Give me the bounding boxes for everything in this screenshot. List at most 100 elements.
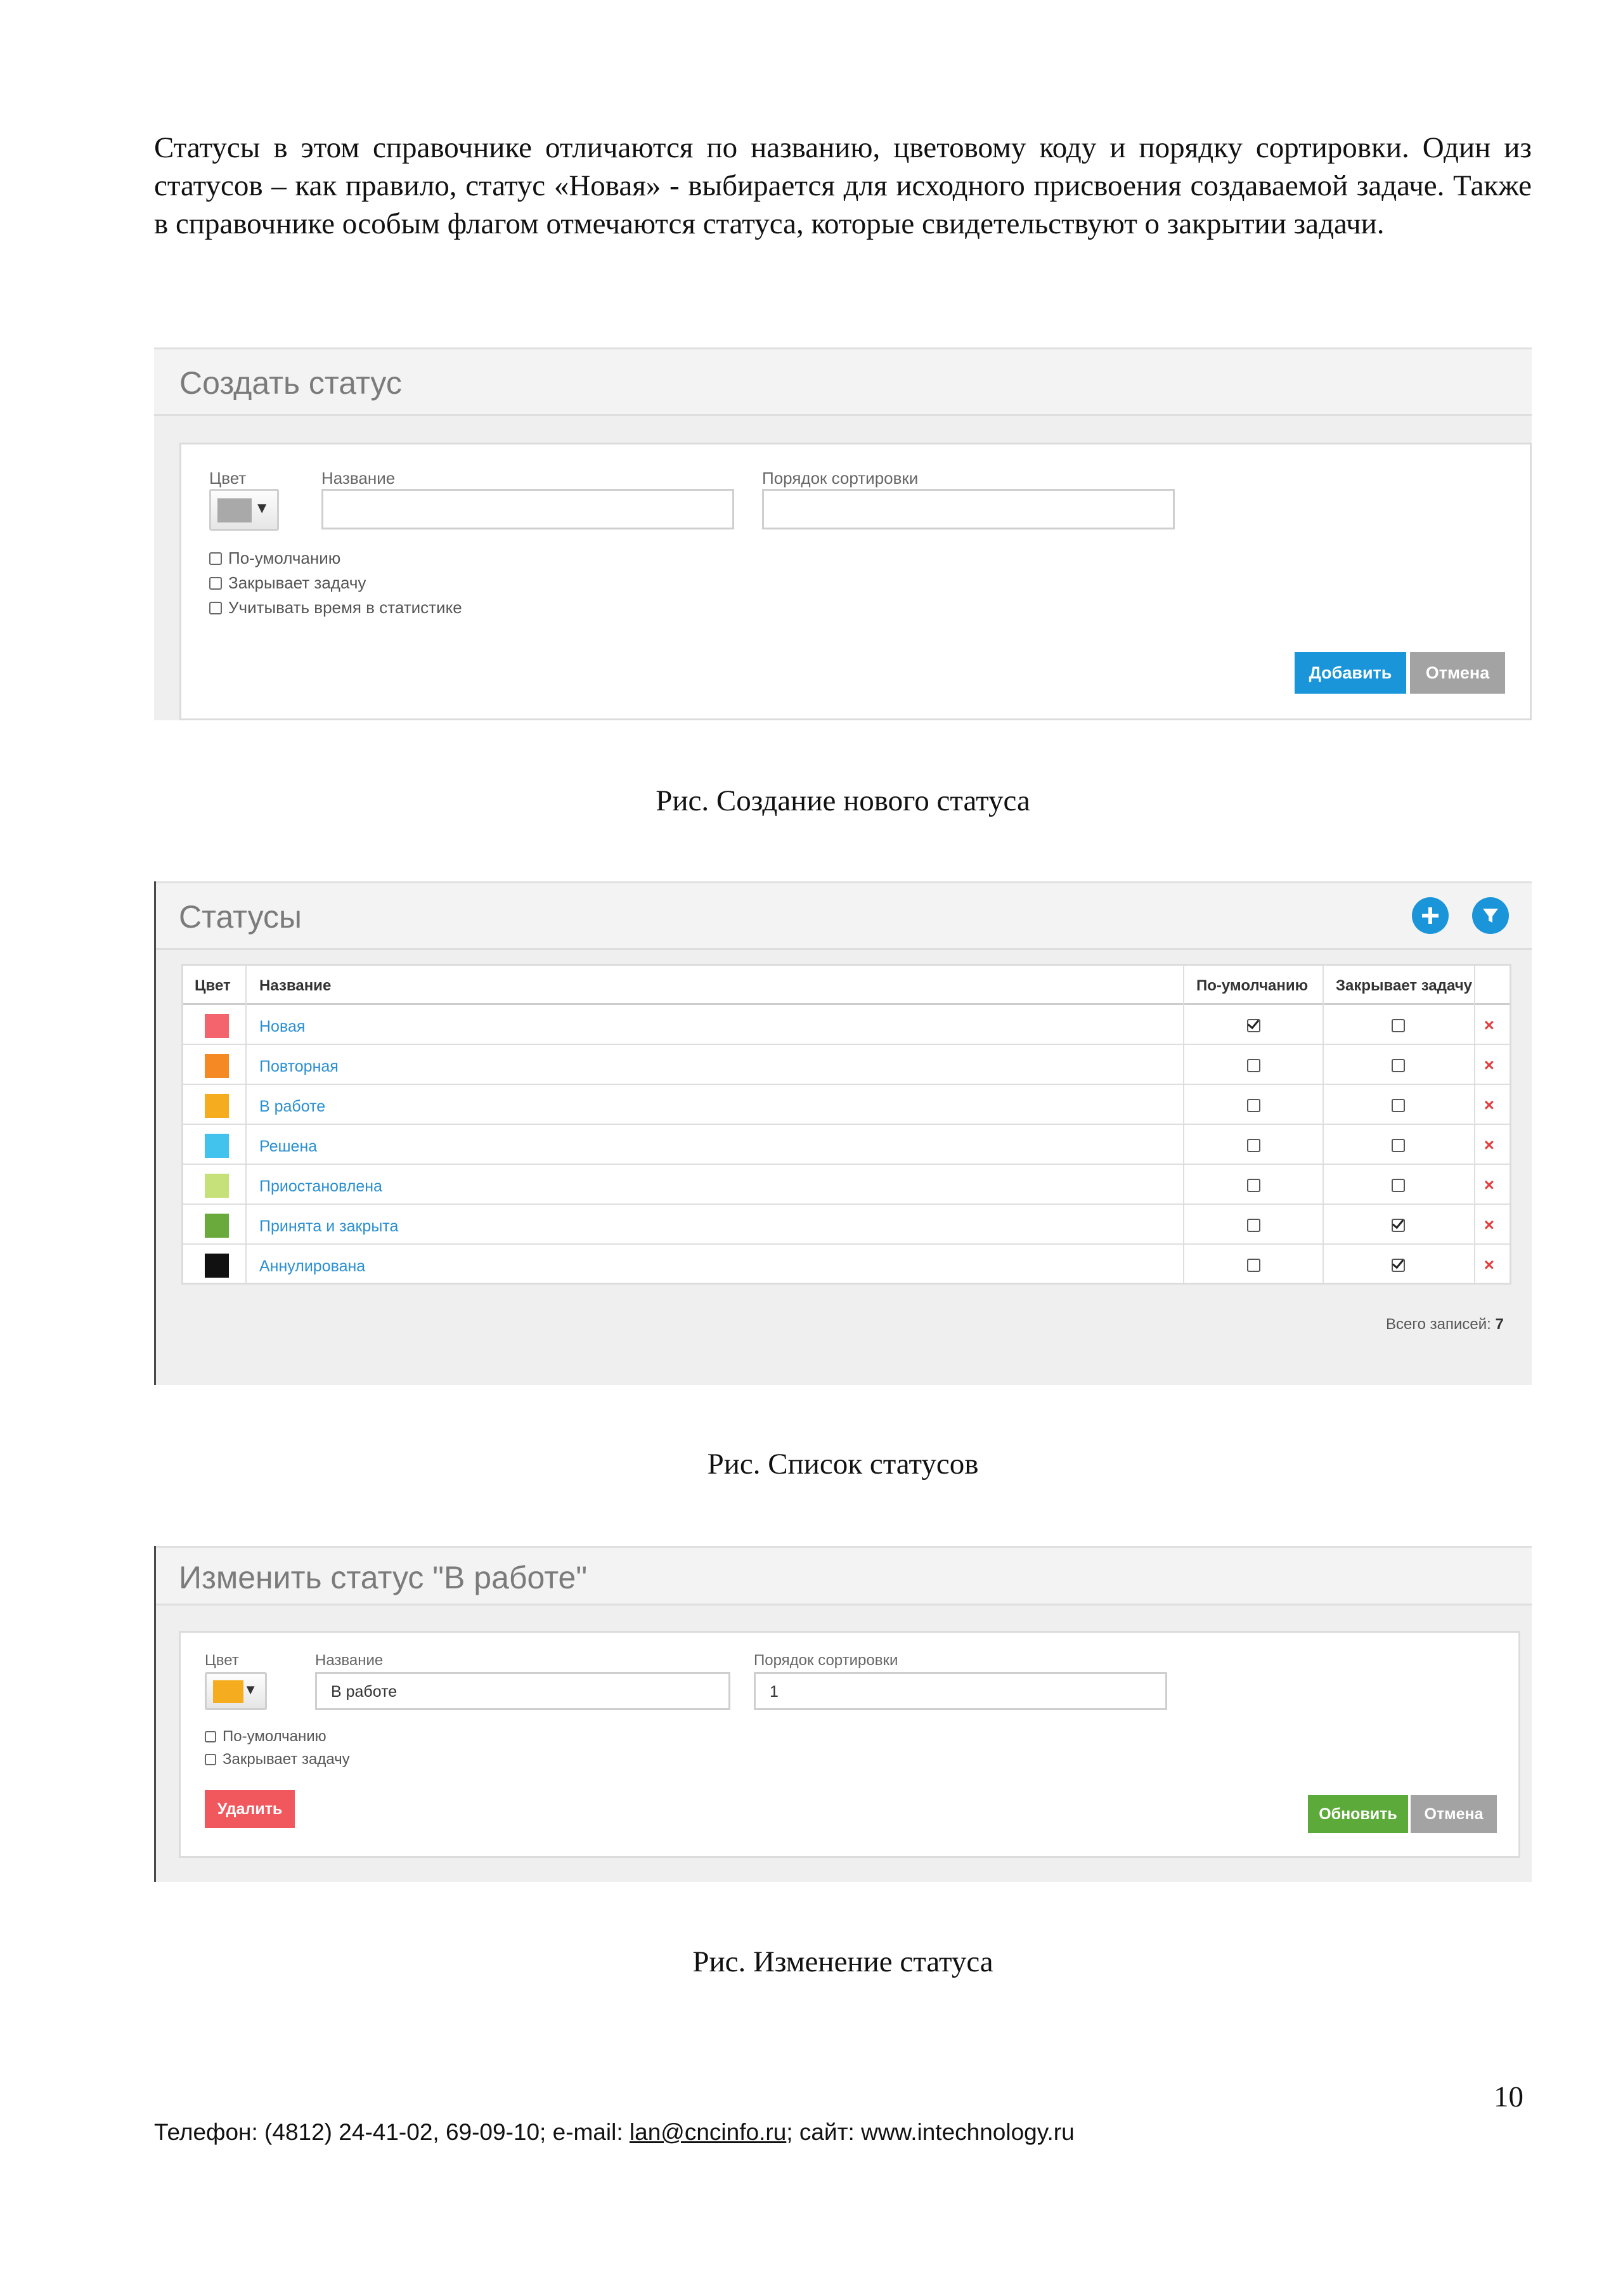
status-color-swatch (205, 1134, 229, 1158)
chevron-down-icon: ▼ (243, 1682, 257, 1697)
sort-order-label: Порядок сортировки (762, 469, 919, 488)
default-checkbox[interactable] (1247, 1019, 1260, 1032)
name-input[interactable]: В работе (315, 1672, 730, 1710)
delete-icon[interactable]: × (1484, 1255, 1494, 1275)
delete-button[interactable]: Удалить (205, 1790, 295, 1828)
closes-task-checkbox[interactable] (1392, 1019, 1405, 1032)
column-header-color: Цвет (195, 977, 231, 994)
filter-button[interactable] (1472, 897, 1509, 934)
closes-task-checkbox[interactable] (1392, 1259, 1405, 1272)
name-input-value: В работе (331, 1683, 398, 1701)
sort-order-input[interactable] (762, 489, 1175, 529)
closes-task-checkbox[interactable] (1392, 1099, 1405, 1112)
checkbox-count-time[interactable]: Учитывать время в статистике (209, 598, 462, 618)
delete-icon[interactable]: × (1484, 1135, 1494, 1155)
checkbox-default-label: По-умолчанию (223, 1728, 327, 1745)
status-color-swatch (205, 1254, 229, 1278)
status-list-title: Статусы (179, 899, 302, 935)
name-label: Название (315, 1652, 384, 1669)
create-status-form: Цвет ▼ Название Порядок сортировки По-ум… (179, 443, 1532, 720)
default-checkbox[interactable] (1247, 1219, 1260, 1232)
edit-status-title: Изменить статус "В работе" (179, 1560, 588, 1595)
status-name-link[interactable]: Решена (259, 1138, 317, 1156)
create-status-header: Создать статус (154, 347, 1532, 416)
color-label: Цвет (209, 469, 247, 488)
color-swatch (217, 498, 252, 522)
status-name-link[interactable]: В работе (259, 1098, 325, 1116)
add-status-button[interactable] (1412, 897, 1449, 934)
delete-icon[interactable]: × (1484, 1175, 1494, 1195)
closes-task-checkbox[interactable] (1392, 1139, 1405, 1152)
delete-icon[interactable]: × (1484, 1015, 1494, 1035)
checkbox-icon (205, 1731, 216, 1742)
color-picker[interactable]: ▼ (209, 489, 279, 531)
default-checkbox[interactable] (1247, 1099, 1260, 1112)
caption-edit: Рис. Изменение статуса (692, 1945, 993, 1978)
checkbox-closes-task-label: Закрывает задачу (223, 1751, 350, 1768)
status-name-link[interactable]: Принята и закрыта (259, 1217, 398, 1236)
footer-site: ; сайт: www.intechnology.ru (786, 2119, 1075, 2145)
status-table: Цвет Название По-умолчанию Закрывает зад… (181, 964, 1511, 1285)
column-header-default: По-умолчанию (1196, 977, 1309, 994)
name-input[interactable] (321, 489, 734, 529)
cancel-button[interactable]: Отмена (1411, 1795, 1497, 1833)
caption-create: Рис. Создание нового статуса (656, 784, 1030, 817)
status-name-link[interactable]: Новая (259, 1018, 305, 1036)
status-color-swatch (205, 1054, 229, 1078)
status-color-swatch (205, 1094, 229, 1118)
color-picker[interactable]: ▼ (205, 1672, 267, 1710)
checkbox-icon (209, 552, 222, 565)
total-records: Всего записей: 7 (1386, 1316, 1504, 1333)
delete-icon[interactable]: × (1484, 1095, 1494, 1115)
column-header-name: Название (259, 977, 332, 994)
table-header: Цвет Название По-умолчанию Закрывает зад… (183, 966, 1510, 1005)
footer-email-link[interactable]: lan@cncinfo.ru (630, 2119, 786, 2145)
checkbox-icon (209, 602, 222, 614)
caption-list: Рис. Список статусов (707, 1448, 979, 1481)
default-checkbox[interactable] (1247, 1259, 1260, 1272)
edit-status-form: Цвет ▼ Название В работе Порядок сортиро… (179, 1631, 1520, 1858)
page-number: 10 (1494, 2080, 1523, 2113)
intro-paragraph: Статусы в этом справочнике отличаются по… (154, 131, 1532, 240)
plus-icon (1422, 907, 1439, 924)
delete-icon[interactable]: × (1484, 1215, 1494, 1235)
status-name-link[interactable]: Повторная (259, 1058, 339, 1076)
status-name-link[interactable]: Приостановлена (259, 1177, 382, 1196)
create-status-title: Создать статус (179, 365, 402, 401)
status-list-panel: Статусы Цвет Название По-умолчанию Закры… (154, 881, 1532, 1385)
checkbox-closes-task[interactable]: Закрывает задачу (205, 1751, 350, 1768)
status-color-swatch (205, 1014, 229, 1038)
color-swatch (213, 1680, 243, 1703)
delete-icon[interactable]: × (1484, 1055, 1494, 1075)
checkbox-icon (209, 577, 222, 590)
default-checkbox[interactable] (1247, 1059, 1260, 1072)
sort-order-input-value: 1 (770, 1683, 779, 1701)
default-checkbox[interactable] (1247, 1179, 1260, 1192)
total-records-label: Всего записей: (1386, 1316, 1491, 1333)
checkbox-closes-task[interactable]: Закрывает задачу (209, 573, 366, 593)
name-label: Название (321, 469, 396, 488)
table-row: Приостановлена × (183, 1165, 1510, 1205)
checkbox-default[interactable]: По-умолчанию (209, 548, 340, 568)
status-color-swatch (205, 1174, 229, 1198)
sort-order-label: Порядок сортировки (754, 1652, 898, 1669)
status-color-swatch (205, 1214, 229, 1238)
status-name-link[interactable]: Аннулирована (259, 1257, 365, 1276)
footer-contacts: Телефон: (4812) 24-41-02, 69-09-10; e-ma… (154, 2119, 1075, 2146)
edit-status-panel: Изменить статус "В работе" Цвет ▼ Назван… (154, 1546, 1532, 1882)
closes-task-checkbox[interactable] (1392, 1059, 1405, 1072)
closes-task-checkbox[interactable] (1392, 1179, 1405, 1192)
update-button[interactable]: Обновить (1308, 1795, 1408, 1833)
sort-order-input[interactable]: 1 (754, 1672, 1167, 1710)
checkbox-default[interactable]: По-умолчанию (205, 1728, 327, 1746)
default-checkbox[interactable] (1247, 1139, 1260, 1152)
total-records-value: 7 (1495, 1316, 1504, 1333)
table-row: Принята и закрыта × (183, 1205, 1510, 1245)
add-button[interactable]: Добавить (1295, 652, 1406, 694)
create-status-panel: Создать статус Цвет ▼ Название Порядок с… (154, 347, 1532, 720)
closes-task-checkbox[interactable] (1392, 1219, 1405, 1232)
table-row: Повторная × (183, 1045, 1510, 1085)
checkbox-default-label: По-умолчанию (228, 548, 341, 568)
edit-status-header: Изменить статус "В работе" (156, 1546, 1532, 1605)
cancel-button[interactable]: Отмена (1410, 652, 1505, 694)
